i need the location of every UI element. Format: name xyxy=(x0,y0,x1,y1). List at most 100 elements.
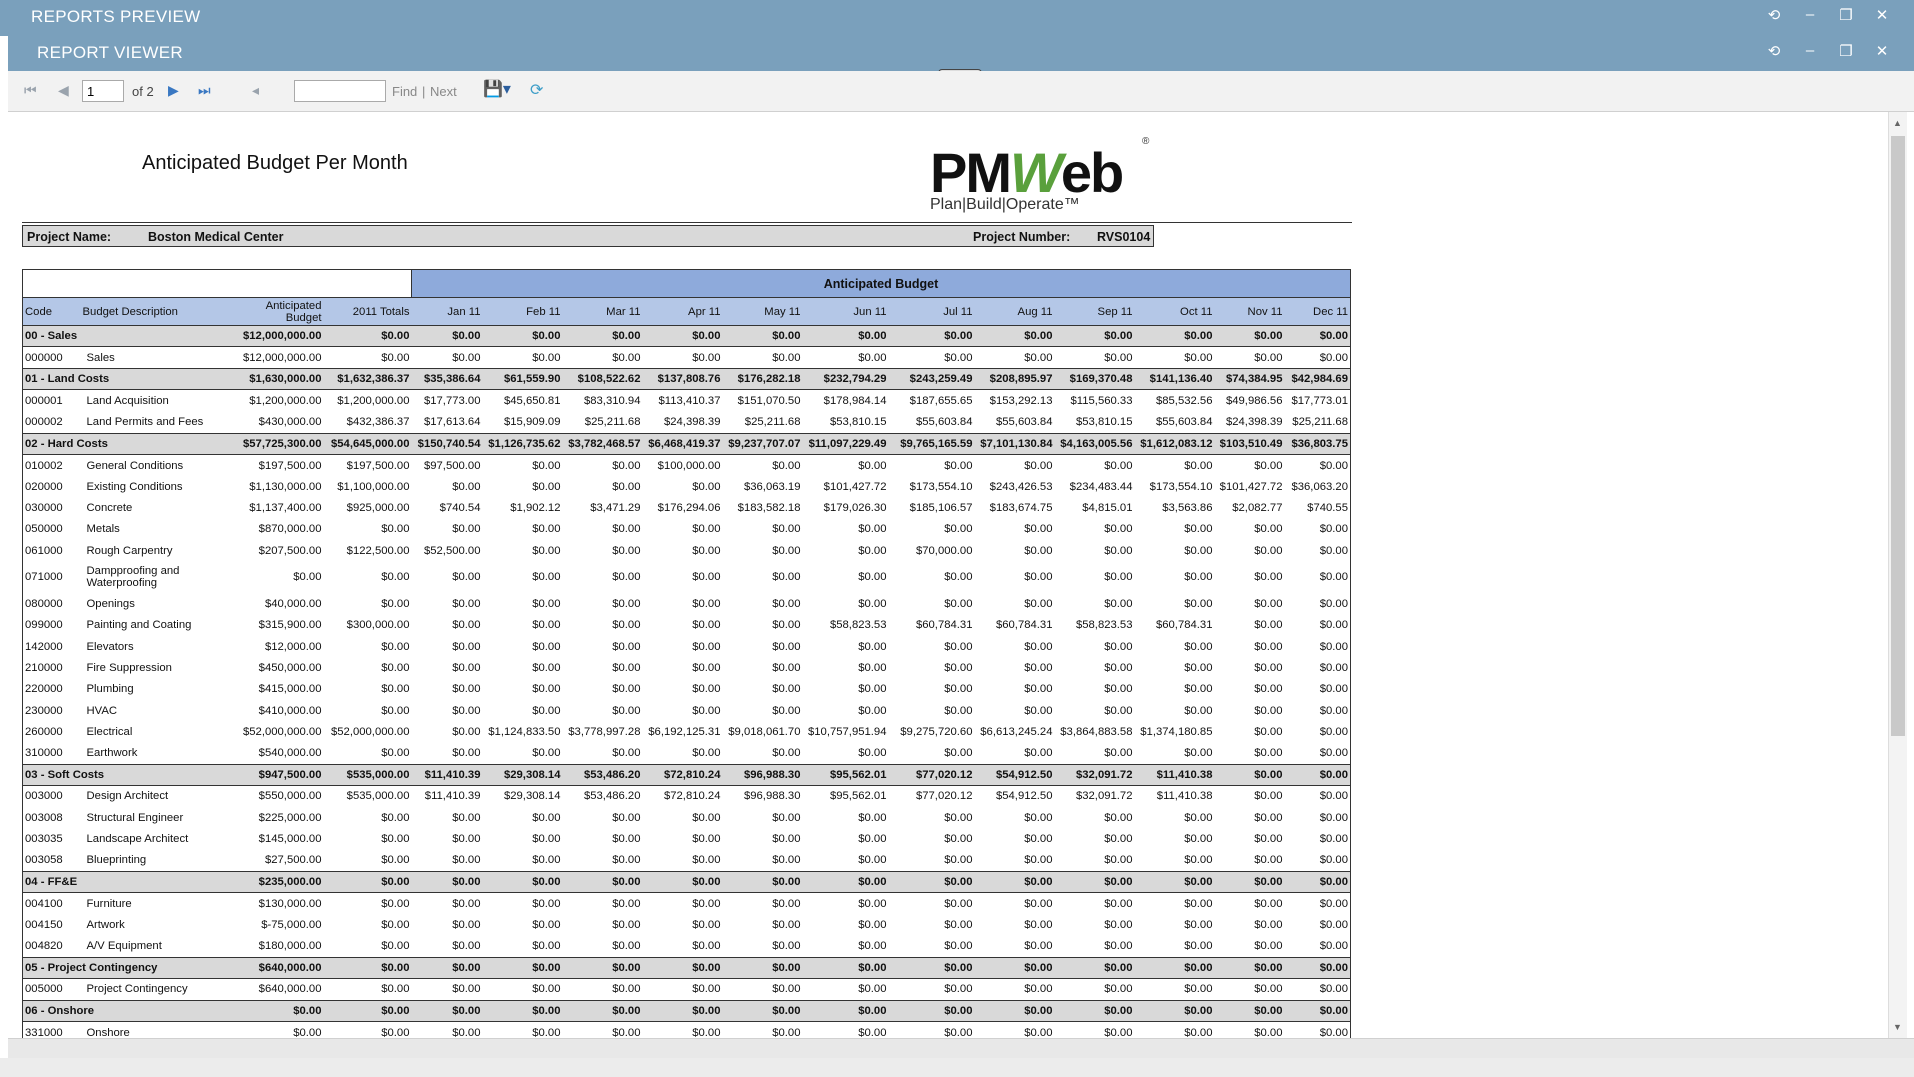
amount-cell: $197,500.00 xyxy=(258,459,322,472)
column-header[interactable]: Jun 11 xyxy=(802,297,889,326)
table-row: 000002 Land Permits and Fees $430,000.00 $4… xyxy=(22,411,1351,434)
close-icon[interactable]: ✕ xyxy=(1864,42,1900,60)
column-header[interactable]: 2011 Totals xyxy=(323,297,412,326)
description-cell: Landscape Architect xyxy=(86,832,189,845)
table-row: 071000 Dampproofing and Waterproofing $0.0… xyxy=(22,561,1351,594)
amount-cell: $3,471.29 xyxy=(590,502,641,515)
amount-cell: $0.00 xyxy=(858,747,887,760)
header-group-row: Anticipated Budget xyxy=(22,269,1351,298)
group-row: 02 - Hard Costs $57,725,300.00 $54,645,000… xyxy=(22,432,1351,455)
amount-cell: $410,000.00 xyxy=(258,704,322,717)
amount-cell: $2,082.77 xyxy=(1232,502,1283,515)
column-header[interactable]: Dec 11 xyxy=(1284,297,1351,326)
column-header[interactable]: May 11 xyxy=(722,297,803,326)
amount-cell: $15,909.09 xyxy=(503,416,561,429)
amount-cell: $0.00 xyxy=(482,1000,563,1023)
amount-cell: $0.00 xyxy=(1104,940,1133,953)
first-page-icon[interactable]: ⏮ xyxy=(24,82,37,99)
amount-cell: $0.00 xyxy=(944,832,973,845)
amount-cell: $183,674.75 xyxy=(989,502,1053,515)
amount-cell: $0.00 xyxy=(612,459,641,472)
amount-cell: $55,603.84 xyxy=(915,416,973,429)
amount-cell: $0.00 xyxy=(944,640,973,653)
column-header[interactable]: Jan 11 xyxy=(411,297,483,326)
amount-cell: $113,410.37 xyxy=(658,394,721,407)
save-icon[interactable]: 💾▾ xyxy=(483,79,511,99)
amount-cell: $0.00 xyxy=(231,1000,324,1023)
description-cell: Elevators xyxy=(86,640,134,653)
minimize-icon[interactable]: – xyxy=(1792,42,1828,60)
amount-cell: $300,000.00 xyxy=(346,619,410,632)
pmweb-logo: PMWeb Plan|Build|Operate™ ® xyxy=(920,130,1160,220)
amount-cell: $535,000.00 xyxy=(346,790,410,803)
next-page-icon[interactable]: ▶ xyxy=(168,82,179,99)
column-header[interactable]: Feb 11 xyxy=(482,297,563,326)
close-icon[interactable]: ✕ xyxy=(1864,6,1900,24)
amount-cell: $0.00 xyxy=(692,619,721,632)
amount-cell: $3,563.86 xyxy=(1162,502,1213,515)
refresh-icon[interactable]: ⟲ xyxy=(1756,42,1792,60)
column-header[interactable]: Budget Description xyxy=(80,297,232,326)
amount-cell: $0.00 xyxy=(381,747,410,760)
amount-cell: $740.55 xyxy=(1284,497,1351,519)
find-button[interactable]: Find xyxy=(392,84,417,99)
amount-cell: $0.00 xyxy=(1104,661,1133,674)
column-header[interactable]: Oct 11 xyxy=(1134,297,1215,326)
code-cell: 142000 xyxy=(22,635,81,658)
maximize-icon[interactable]: ❐ xyxy=(1828,6,1864,24)
page-number-input[interactable] xyxy=(82,80,124,102)
scroll-down-icon[interactable]: ▼ xyxy=(1893,1022,1902,1032)
minimize-icon[interactable]: – xyxy=(1792,6,1828,24)
amount-cell: $0.00 xyxy=(612,811,641,824)
description-cell: Earthwork xyxy=(86,747,138,760)
amount-cell: $0.00 xyxy=(944,983,973,996)
amount-cell: $0.00 xyxy=(1284,785,1351,808)
column-header[interactable]: Code xyxy=(22,297,81,326)
amount-cell: $0.00 xyxy=(772,619,801,632)
vertical-scrollbar[interactable]: ▲ ▼ xyxy=(1888,112,1907,1038)
code-cell: 04 - FF&E xyxy=(22,870,232,893)
scrollbar-thumb[interactable] xyxy=(1891,136,1905,736)
amount-cell: $0.00 xyxy=(772,544,801,557)
amount-cell: $0.00 xyxy=(1184,918,1213,931)
amount-cell: $0.00 xyxy=(1254,983,1283,996)
table-row: 010002 General Conditions $197,500.00 $197,… xyxy=(22,454,1351,477)
amount-cell: $11,410.39 xyxy=(424,790,481,803)
column-header[interactable]: Jul 11 xyxy=(888,297,975,326)
amount-cell: $7,101,130.84 xyxy=(974,432,1055,455)
amount-cell: $0.00 xyxy=(888,870,975,893)
scroll-up-icon[interactable]: ▲ xyxy=(1893,118,1902,128)
amount-cell: $0.00 xyxy=(612,619,641,632)
amount-cell: $176,294.06 xyxy=(657,502,721,515)
amount-cell: $0.00 xyxy=(1024,523,1053,536)
amount-cell: $100,000.00 xyxy=(657,459,721,472)
find-next-button[interactable]: Next xyxy=(430,84,457,99)
amount-cell: $0.00 xyxy=(1024,940,1053,953)
amount-cell: $25,211.68 xyxy=(1284,411,1351,434)
table-row: 030000 Concrete $1,137,400.00 $925,000.00 $7… xyxy=(22,497,1351,519)
column-header[interactable]: Nov 11 xyxy=(1214,297,1285,326)
refresh-report-icon[interactable]: ⟳ xyxy=(530,80,543,100)
find-separator: | xyxy=(422,84,426,99)
amount-cell: $0.00 xyxy=(532,854,561,867)
find-input[interactable] xyxy=(294,80,386,102)
column-header[interactable]: Aug 11 xyxy=(974,297,1055,326)
description-cell: Fire Suppression xyxy=(86,661,172,674)
prev-page-icon[interactable]: ◀ xyxy=(58,82,69,99)
back-icon[interactable]: ◂ xyxy=(252,82,259,99)
refresh-icon[interactable]: ⟲ xyxy=(1756,6,1792,24)
column-header[interactable]: Anticipated Budget xyxy=(231,297,324,326)
amount-cell: $243,259.49 xyxy=(888,368,975,391)
amount-cell: $0.00 xyxy=(323,956,412,979)
maximize-icon[interactable]: ❐ xyxy=(1828,42,1864,60)
last-page-icon[interactable]: ⏭ xyxy=(198,82,211,99)
amount-cell: $0.00 xyxy=(944,661,973,674)
amount-cell: $0.00 xyxy=(692,1026,721,1038)
column-header[interactable]: Mar 11 xyxy=(562,297,643,326)
description-cell: Structural Engineer xyxy=(86,811,184,824)
amount-cell: $169,370.48 xyxy=(1054,368,1135,391)
column-header[interactable]: Sep 11 xyxy=(1054,297,1135,326)
amount-cell: $11,410.39 xyxy=(411,763,483,786)
description-cell: Design Architect xyxy=(86,790,169,803)
column-header[interactable]: Apr 11 xyxy=(642,297,723,326)
